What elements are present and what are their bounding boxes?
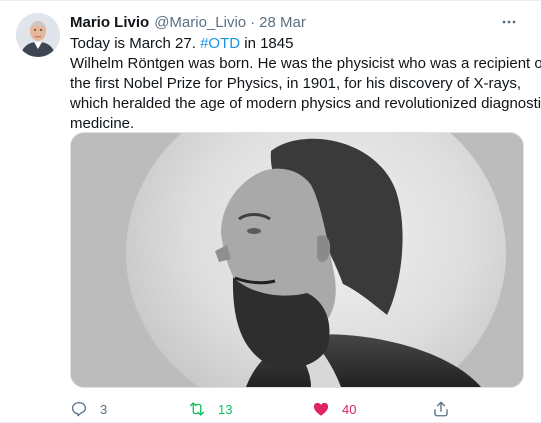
author-name[interactable]: Mario Livio bbox=[70, 14, 149, 31]
tweet-header: Mario Livio @Mario_Livio · 28 Mar bbox=[70, 12, 525, 32]
tweet-text-line: the first Nobel Prize for Physics, in 19… bbox=[70, 75, 522, 92]
heart-icon bbox=[313, 402, 329, 416]
share-icon bbox=[434, 401, 448, 417]
tweet-date[interactable]: 28 Mar bbox=[259, 14, 306, 31]
tweet-content: Mario Livio @Mario_Livio · 28 Mar Today … bbox=[70, 12, 541, 417]
tweet-photo[interactable] bbox=[70, 132, 524, 388]
reply-icon bbox=[71, 401, 87, 417]
avatar-image bbox=[16, 13, 60, 57]
tweet-text-prefix: Today is March 27. bbox=[70, 35, 201, 52]
more-options-button[interactable] bbox=[497, 12, 521, 32]
tweet-text: Today is March 27. #OTD in 1845 Wilhelm … bbox=[70, 34, 541, 134]
tweet-text-line: Today is March 27. #OTD in 1845 bbox=[70, 34, 525, 54]
tweet-text-line: which heralded the age of modern physics… bbox=[70, 95, 541, 112]
tweet-text-line: medicine. bbox=[70, 115, 135, 132]
tweet-actions: 3 13 40 bbox=[70, 399, 525, 419]
reply-button[interactable]: 3 bbox=[70, 399, 107, 419]
like-button[interactable]: 40 bbox=[312, 399, 356, 419]
like-count: 40 bbox=[342, 401, 357, 417]
tweet-text-suffix: in 1845 bbox=[240, 35, 294, 52]
retweet-icon bbox=[189, 402, 205, 416]
share-button[interactable] bbox=[432, 399, 450, 419]
retweet-count: 13 bbox=[218, 401, 233, 417]
separator-dot: · bbox=[250, 13, 256, 31]
portrait-image bbox=[71, 133, 523, 387]
hashtag-link[interactable]: #OTD bbox=[200, 35, 240, 52]
retweet-button[interactable]: 13 bbox=[188, 399, 232, 419]
more-icon bbox=[502, 20, 516, 24]
tweet-text-line: Wilhelm Röntgen was born. He was the phy… bbox=[70, 55, 541, 72]
tweet-card[interactable]: Mario Livio @Mario_Livio · 28 Mar Today … bbox=[0, 0, 541, 423]
avatar[interactable] bbox=[16, 13, 60, 57]
author-handle[interactable]: @Mario_Livio bbox=[154, 14, 246, 31]
reply-count: 3 bbox=[100, 401, 108, 417]
